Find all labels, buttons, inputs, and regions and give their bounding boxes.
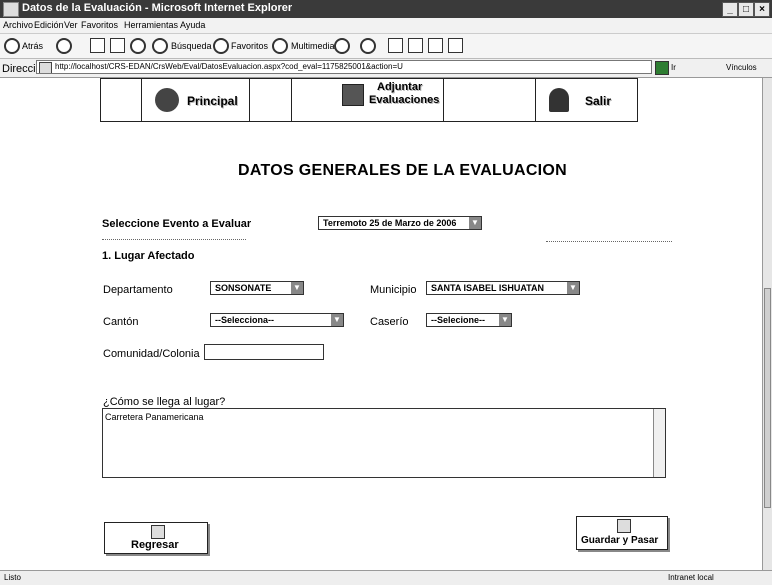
departamento-label: Departamento <box>103 284 173 296</box>
nav-adjuntar-label-line1: Adjuntar <box>377 81 423 93</box>
scrollbar-thumb[interactable] <box>764 288 771 508</box>
textarea-scrollbar[interactable] <box>653 409 665 477</box>
nav-salir-button[interactable]: Salir <box>535 79 639 121</box>
principal-globe-icon <box>155 88 179 112</box>
regresar-icon <box>151 525 165 539</box>
nav-divider <box>443 79 444 121</box>
regresar-button[interactable]: Regresar <box>104 522 208 554</box>
nav-principal-button[interactable]: Principal <box>141 79 249 121</box>
menu-archivo[interactable]: Archivo <box>3 20 33 30</box>
section-lugar-afectado-heading: 1. Lugar Afectado <box>102 250 195 262</box>
nav-divider <box>291 79 292 121</box>
chevron-down-icon[interactable]: ▼ <box>499 314 511 326</box>
chevron-down-icon[interactable]: ▼ <box>331 314 343 326</box>
caserio-label: Caserío <box>370 316 409 328</box>
window-title: Datos de la Evaluación - Microsoft Inter… <box>22 2 293 14</box>
links-label[interactable]: Vínculos <box>726 63 757 72</box>
evento-select-value: Terremoto 25 de Marzo de 2006 <box>323 218 457 228</box>
window-title-bar: Datos de la Evaluación - Microsoft Inter… <box>0 0 772 18</box>
como-llegar-value: Carretera Panamericana <box>105 412 204 422</box>
nav-adjuntar-label-line2: Evaluaciones <box>369 94 440 106</box>
adjuntar-icon <box>342 84 364 106</box>
nav-salir-label: Salir <box>585 94 612 108</box>
forward-arrow-icon[interactable] <box>56 38 72 54</box>
favorites-button-label[interactable]: Favoritos <box>231 41 268 51</box>
menu-edicion[interactable]: Edición <box>34 20 64 30</box>
divider <box>546 241 672 242</box>
departamento-select[interactable]: SONSONATE ▼ <box>210 281 304 295</box>
comunidad-label: Comunidad/Colonia <box>103 348 200 360</box>
menu-ver[interactable]: Ver <box>64 20 78 30</box>
address-url-text: http://localhost/CRS-EDAN/CrsWeb/Eval/Da… <box>55 62 403 71</box>
menu-favoritos[interactable]: Favoritos <box>81 20 118 30</box>
municipio-select-value: SANTA ISABEL ISHUATAN <box>431 283 545 293</box>
mail-icon[interactable] <box>360 38 376 54</box>
nav-principal-label: Principal <box>187 94 238 108</box>
history-icon[interactable] <box>334 38 350 54</box>
evento-label: Seleccione Evento a Evaluar <box>102 218 252 230</box>
salir-person-icon <box>549 88 569 112</box>
favorites-star-icon[interactable] <box>213 38 229 54</box>
back-button-label[interactable]: Atrás <box>22 41 43 51</box>
minimize-icon[interactable]: _ <box>722 2 738 17</box>
address-bar: Dirección http://localhost/CRS-EDAN/CrsW… <box>0 59 772 78</box>
divider <box>102 239 246 240</box>
multimedia-button-label[interactable]: Multimedia <box>291 41 335 51</box>
guardar-icon <box>617 519 631 533</box>
canton-select-value: --Selecciona-- <box>215 315 275 325</box>
chevron-down-icon[interactable]: ▼ <box>567 282 579 294</box>
menu-ayuda[interactable]: Ayuda <box>180 20 205 30</box>
nav-bar: Principal Adjuntar Evaluaciones Salir <box>100 78 638 122</box>
search-icon[interactable] <box>152 38 168 54</box>
maximize-icon[interactable]: □ <box>738 2 754 17</box>
como-llegar-textarea[interactable]: Carretera Panamericana <box>102 408 666 478</box>
status-zone: Intranet local <box>668 573 714 582</box>
evento-select[interactable]: Terremoto 25 de Marzo de 2006 ▼ <box>318 216 482 230</box>
como-llegar-label: ¿Cómo se llega al lugar? <box>103 396 226 408</box>
chevron-down-icon[interactable]: ▼ <box>469 217 481 229</box>
discuss-icon[interactable] <box>428 38 443 53</box>
go-button-label[interactable]: Ir <box>671 63 676 72</box>
messenger-icon[interactable] <box>448 38 463 53</box>
municipio-select[interactable]: SANTA ISABEL ISHUATAN ▼ <box>426 281 580 295</box>
caserio-select[interactable]: --Selecione-- ▼ <box>426 313 512 327</box>
canton-select[interactable]: --Selecciona-- ▼ <box>210 313 344 327</box>
stop-icon[interactable] <box>90 38 105 53</box>
departamento-select-value: SONSONATE <box>215 283 272 293</box>
ie-app-icon <box>3 2 19 17</box>
page-icon <box>39 62 52 73</box>
home-icon[interactable] <box>130 38 146 54</box>
status-text: Listo <box>4 573 21 582</box>
caserio-select-value: --Selecione-- <box>431 315 486 325</box>
menu-herramientas[interactable]: Herramientas <box>124 20 178 30</box>
canton-label: Cantón <box>103 316 139 328</box>
back-arrow-icon[interactable] <box>4 38 20 54</box>
chevron-down-icon[interactable]: ▼ <box>291 282 303 294</box>
comunidad-input-value <box>205 350 208 360</box>
nav-divider <box>249 79 250 121</box>
page-scrollbar[interactable] <box>762 78 772 570</box>
close-icon[interactable]: × <box>754 2 770 17</box>
guardar-label: Guardar y Pasar <box>581 535 659 546</box>
refresh-icon[interactable] <box>110 38 125 53</box>
multimedia-icon[interactable] <box>272 38 288 54</box>
guardar-y-pasar-button[interactable]: Guardar y Pasar <box>576 516 668 550</box>
status-bar: Listo Intranet local <box>0 570 772 585</box>
municipio-label: Municipio <box>370 284 417 296</box>
edit-icon[interactable] <box>408 38 423 53</box>
search-button-label[interactable]: Búsqueda <box>171 41 212 51</box>
menu-bar: Archivo Edición Ver Favoritos Herramient… <box>0 18 772 34</box>
go-arrow-icon[interactable] <box>655 61 669 75</box>
print-icon[interactable] <box>388 38 403 53</box>
browser-toolbar: Atrás Búsqueda Favoritos Multimedia <box>0 34 772 59</box>
regresar-label: Regresar <box>131 539 179 551</box>
nav-adjuntar-button[interactable]: Adjuntar Evaluaciones <box>339 79 443 121</box>
address-url-input[interactable]: http://localhost/CRS-EDAN/CrsWeb/Eval/Da… <box>36 60 652 74</box>
page-title: DATOS GENERALES DE LA EVALUACION <box>238 162 568 179</box>
comunidad-input[interactable] <box>204 344 324 360</box>
